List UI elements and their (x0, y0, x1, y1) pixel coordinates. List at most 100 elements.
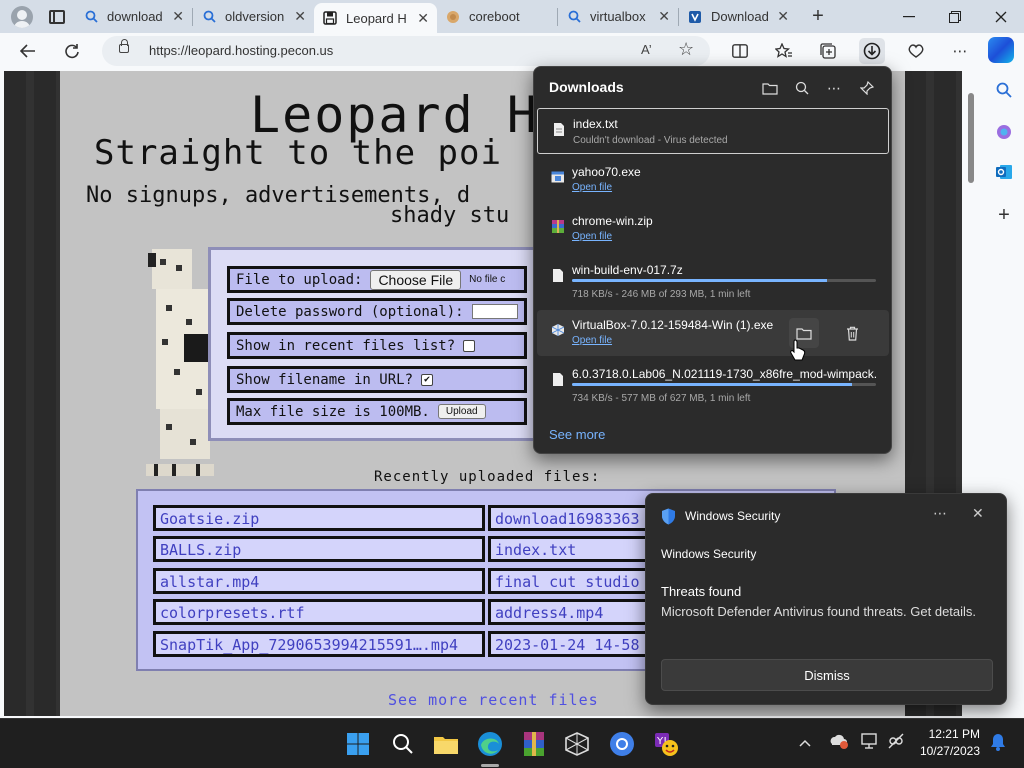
tab-virtualbox-search[interactable]: virtualbox ✕ (558, 0, 678, 33)
recent-file-link[interactable]: SnapTik_App_7290653994215591….mp4 (153, 631, 485, 657)
tab-coreboot[interactable]: coreboot (437, 0, 557, 33)
file-explorer-icon[interactable] (432, 730, 460, 758)
notification-close-icon[interactable]: ✕ (972, 505, 984, 522)
winrar-icon[interactable] (520, 730, 548, 758)
virtualbox-taskbar-icon[interactable] (563, 730, 591, 758)
favorites-icon[interactable] (771, 38, 797, 64)
delete-password-input[interactable] (471, 304, 518, 319)
file-icon (551, 267, 564, 283)
tab-oldversion-search[interactable]: oldversion ✕ (193, 0, 314, 33)
see-more-downloads-link[interactable]: See more (549, 427, 605, 442)
zip-archive-icon (551, 218, 564, 234)
network-disconnected-icon[interactable] (887, 732, 905, 753)
minimize-button[interactable] (886, 0, 932, 33)
monitor-sync-icon[interactable] (861, 732, 881, 753)
show-filename-checkbox[interactable]: ✔ (421, 373, 434, 386)
download-item[interactable]: VirtualBox-7.0.12-159484-Win (1).exe Ope… (537, 310, 889, 356)
search-icon[interactable] (991, 77, 1017, 103)
address-bar-row: https://leopard.hosting.pecon.us A’ ☆ ⋯ (0, 33, 1024, 69)
download-item[interactable]: yahoo70.exe Open file (537, 157, 889, 203)
recent-file-link[interactable]: colorpresets.rtf (153, 599, 485, 625)
copilot-sidebar-icon[interactable] (991, 119, 1017, 145)
taskbar-search-icon[interactable] (389, 730, 417, 758)
url-text[interactable]: https://leopard.hosting.pecon.us (149, 43, 333, 58)
tab-download-search[interactable]: download ✕ (75, 0, 192, 33)
settings-more-icon[interactable]: ⋯ (947, 38, 973, 64)
download-status: 718 KB/s - 246 MB of 293 MB, 1 min left (572, 289, 751, 300)
file-icon (551, 371, 564, 387)
browser-essentials-icon[interactable] (903, 38, 929, 64)
search-downloads-icon[interactable] (791, 77, 813, 99)
upload-button[interactable]: Upload (437, 404, 486, 419)
add-sidebar-app-icon[interactable]: + (991, 202, 1017, 228)
see-more-recent-files-link[interactable]: See more recent files (388, 691, 599, 709)
yahoo-messenger-icon[interactable]: Y! (652, 730, 680, 758)
download-item[interactable]: win-build-env-017.7z 718 KB/s - 246 MB o… (537, 255, 889, 301)
windows-taskbar: Y! 12:21 PM 10/27/2023 (0, 718, 1024, 768)
open-file-link[interactable]: Open file (572, 182, 612, 193)
download-item[interactable]: 6.0.3718.0.Lab06_N.021119-1730_x86fre_mo… (537, 359, 889, 405)
restore-button[interactable] (932, 0, 978, 33)
url-field[interactable]: https://leopard.hosting.pecon.us A’ ☆ (102, 36, 710, 66)
dismiss-button[interactable]: Dismiss (661, 659, 993, 691)
close-tab-icon[interactable]: ✕ (417, 10, 429, 27)
notification-app-name: Windows Security (685, 509, 781, 523)
refresh-button[interactable] (57, 37, 87, 65)
chrome-icon[interactable] (608, 730, 636, 758)
notification-heading: Threats found (661, 584, 742, 599)
copilot-icon[interactable] (988, 37, 1014, 63)
notification-bell-icon[interactable] (990, 733, 1006, 754)
tab-virtualbox-download[interactable]: Download ✕ (679, 0, 797, 33)
recent-file-link[interactable]: allstar.mp4 (153, 568, 485, 594)
download-filename: index.txt (573, 117, 618, 131)
favorite-star-icon[interactable]: ☆ (678, 39, 694, 60)
notification-body[interactable]: Microsoft Defender Antivirus found threa… (661, 603, 991, 621)
close-window-button[interactable] (978, 0, 1024, 33)
downloads-icon[interactable] (859, 38, 885, 64)
download-filename: win-build-env-017.7z (572, 263, 683, 277)
recent-file-link[interactable]: BALLS.zip (153, 536, 485, 562)
show-recent-checkbox[interactable] (463, 339, 476, 352)
back-button[interactable] (13, 37, 43, 65)
close-tab-icon[interactable]: ✕ (777, 8, 789, 25)
delete-icon[interactable] (837, 318, 867, 348)
download-item[interactable]: chrome-win.zip Open file (537, 206, 889, 252)
open-file-link[interactable]: Open file (572, 231, 612, 242)
open-downloads-folder-icon[interactable] (759, 77, 781, 99)
onedrive-security-icon[interactable] (829, 732, 849, 753)
browser-tab-bar: download ✕ oldversion ✕ Leopard H ✕ core… (0, 0, 1024, 33)
download-filename: VirtualBox-7.0.12-159484-Win (1).exe (572, 318, 774, 332)
pin-icon[interactable] (856, 77, 878, 99)
new-tab-button[interactable]: + (803, 5, 833, 28)
show-recent-row: Show in recent files list? (227, 332, 527, 359)
open-file-link[interactable]: Open file (572, 335, 612, 346)
lock-icon[interactable] (119, 39, 129, 53)
close-tab-icon[interactable]: ✕ (294, 8, 306, 25)
read-aloud-icon[interactable]: A’ (641, 42, 652, 57)
collections-icon[interactable] (815, 38, 841, 64)
tab-label: download (107, 9, 163, 24)
tab-leopard-hosting[interactable]: Leopard H ✕ (314, 3, 437, 33)
globe-icon (445, 9, 461, 25)
profile-avatar[interactable] (11, 5, 33, 28)
notification-more-icon[interactable]: ⋯ (933, 505, 947, 522)
split-screen-icon[interactable] (727, 38, 753, 64)
download-item[interactable]: index.txt Couldn't download - Virus dete… (537, 108, 889, 154)
close-tab-icon[interactable]: ✕ (172, 8, 184, 25)
more-options-icon[interactable]: ⋯ (823, 77, 845, 99)
choose-file-button[interactable]: Choose File (370, 269, 462, 290)
start-windows-icon[interactable] (344, 730, 372, 758)
show-hidden-icons-chevron[interactable] (799, 735, 811, 750)
scrollbar-thumb[interactable] (968, 93, 974, 183)
download-progress-bar (572, 279, 876, 282)
recent-file-link[interactable]: Goatsie.zip (153, 505, 485, 531)
tab-label: oldversion (225, 9, 285, 24)
site-subtitle: Straight to the poi (94, 133, 502, 173)
search-icon (83, 9, 99, 25)
edge-browser-icon[interactable] (476, 730, 504, 758)
close-tab-icon[interactable]: ✕ (658, 8, 670, 25)
tab-actions-icon[interactable] (49, 9, 65, 24)
search-icon (201, 9, 217, 25)
taskbar-clock[interactable]: 12:21 PM 10/27/2023 (910, 726, 980, 760)
outlook-icon[interactable] (991, 159, 1017, 185)
